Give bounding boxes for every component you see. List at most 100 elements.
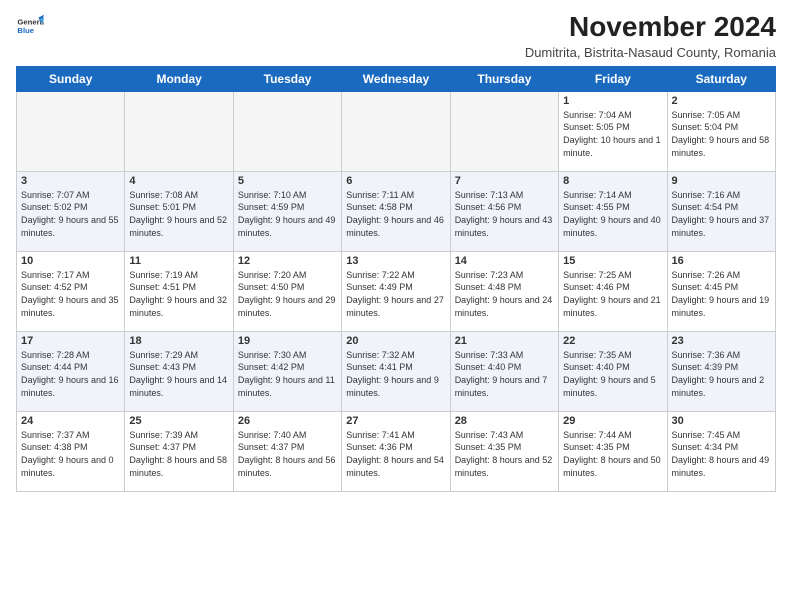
day-number: 11 — [129, 255, 228, 267]
day-info: Sunrise: 7:16 AM Sunset: 4:54 PM Dayligh… — [672, 189, 771, 239]
day-info: Sunrise: 7:29 AM Sunset: 4:43 PM Dayligh… — [129, 349, 228, 399]
table-row: 15 Sunrise: 7:25 AM Sunset: 4:46 PM Dayli… — [559, 251, 667, 331]
day-number: 21 — [455, 335, 554, 347]
day-info: Sunrise: 7:25 AM Sunset: 4:46 PM Dayligh… — [563, 269, 662, 319]
col-sunday: Sunday — [17, 66, 125, 91]
subtitle: Dumitrita, Bistrita-Nasaud County, Roman… — [525, 45, 776, 60]
day-info: Sunrise: 7:28 AM Sunset: 4:44 PM Dayligh… — [21, 349, 120, 399]
col-friday: Friday — [559, 66, 667, 91]
day-number: 28 — [455, 415, 554, 427]
svg-text:Blue: Blue — [17, 26, 34, 35]
day-info: Sunrise: 7:05 AM Sunset: 5:04 PM Dayligh… — [672, 109, 771, 159]
table-row: 2 Sunrise: 7:05 AM Sunset: 5:04 PM Daylig… — [667, 91, 775, 171]
day-info: Sunrise: 7:10 AM Sunset: 4:59 PM Dayligh… — [238, 189, 337, 239]
col-wednesday: Wednesday — [342, 66, 450, 91]
day-info: Sunrise: 7:43 AM Sunset: 4:35 PM Dayligh… — [455, 429, 554, 479]
day-info: Sunrise: 7:20 AM Sunset: 4:50 PM Dayligh… — [238, 269, 337, 319]
table-row: 28 Sunrise: 7:43 AM Sunset: 4:35 PM Dayli… — [450, 411, 558, 491]
day-info: Sunrise: 7:13 AM Sunset: 4:56 PM Dayligh… — [455, 189, 554, 239]
day-number: 6 — [346, 175, 445, 187]
table-row: 10 Sunrise: 7:17 AM Sunset: 4:52 PM Dayli… — [17, 251, 125, 331]
day-info: Sunrise: 7:17 AM Sunset: 4:52 PM Dayligh… — [21, 269, 120, 319]
day-info: Sunrise: 7:19 AM Sunset: 4:51 PM Dayligh… — [129, 269, 228, 319]
page: General Blue November 2024 Dumitrita, Bi… — [0, 0, 792, 612]
day-info: Sunrise: 7:40 AM Sunset: 4:37 PM Dayligh… — [238, 429, 337, 479]
day-number: 29 — [563, 415, 662, 427]
day-number: 22 — [563, 335, 662, 347]
day-number: 2 — [672, 95, 771, 107]
title-block: November 2024 Dumitrita, Bistrita-Nasaud… — [525, 12, 776, 60]
table-row: 27 Sunrise: 7:41 AM Sunset: 4:36 PM Dayli… — [342, 411, 450, 491]
day-info: Sunrise: 7:14 AM Sunset: 4:55 PM Dayligh… — [563, 189, 662, 239]
table-row — [342, 91, 450, 171]
day-info: Sunrise: 7:35 AM Sunset: 4:40 PM Dayligh… — [563, 349, 662, 399]
table-row: 7 Sunrise: 7:13 AM Sunset: 4:56 PM Daylig… — [450, 171, 558, 251]
table-row: 18Sunrise: 7:29 AM Sunset: 4:43 PM Dayli… — [125, 331, 233, 411]
day-number: 14 — [455, 255, 554, 267]
day-info: Sunrise: 7:44 AM Sunset: 4:35 PM Dayligh… — [563, 429, 662, 479]
table-row: 20 Sunrise: 7:32 AM Sunset: 4:41 PM Dayli… — [342, 331, 450, 411]
table-row — [450, 91, 558, 171]
day-number: 9 — [672, 175, 771, 187]
table-row — [17, 91, 125, 171]
day-info: Sunrise: 7:22 AM Sunset: 4:49 PM Dayligh… — [346, 269, 445, 319]
day-number: 5 — [238, 175, 337, 187]
calendar-week-row: 24 Sunrise: 7:37 AM Sunset: 4:38 PM Dayli… — [17, 411, 776, 491]
day-number: 10 — [21, 255, 120, 267]
col-monday: Monday — [125, 66, 233, 91]
calendar-week-row: 3Sunrise: 7:07 AM Sunset: 5:02 PM Daylig… — [17, 171, 776, 251]
day-info: Sunrise: 7:33 AM Sunset: 4:40 PM Dayligh… — [455, 349, 554, 399]
header: General Blue November 2024 Dumitrita, Bi… — [16, 12, 776, 60]
day-number: 23 — [672, 335, 771, 347]
col-saturday: Saturday — [667, 66, 775, 91]
day-info: Sunrise: 7:26 AM Sunset: 4:45 PM Dayligh… — [672, 269, 771, 319]
col-tuesday: Tuesday — [233, 66, 341, 91]
table-row: 3Sunrise: 7:07 AM Sunset: 5:02 PM Daylig… — [17, 171, 125, 251]
day-number: 30 — [672, 415, 771, 427]
table-row: 23Sunrise: 7:36 AM Sunset: 4:39 PM Dayli… — [667, 331, 775, 411]
day-number: 4 — [129, 175, 228, 187]
table-row: 4 Sunrise: 7:08 AM Sunset: 5:01 PM Daylig… — [125, 171, 233, 251]
day-info: Sunrise: 7:41 AM Sunset: 4:36 PM Dayligh… — [346, 429, 445, 479]
day-number: 16 — [672, 255, 771, 267]
day-number: 12 — [238, 255, 337, 267]
day-number: 26 — [238, 415, 337, 427]
day-number: 19 — [238, 335, 337, 347]
day-info: Sunrise: 7:37 AM Sunset: 4:38 PM Dayligh… — [21, 429, 120, 479]
table-row: 8 Sunrise: 7:14 AM Sunset: 4:55 PM Daylig… — [559, 171, 667, 251]
table-row: 11 Sunrise: 7:19 AM Sunset: 4:51 PM Dayli… — [125, 251, 233, 331]
calendar-table: Sunday Monday Tuesday Wednesday Thursday… — [16, 66, 776, 492]
table-row: 12 Sunrise: 7:20 AM Sunset: 4:50 PM Dayli… — [233, 251, 341, 331]
table-row: 19 Sunrise: 7:30 AM Sunset: 4:42 PM Dayli… — [233, 331, 341, 411]
day-number: 13 — [346, 255, 445, 267]
day-number: 20 — [346, 335, 445, 347]
day-info: Sunrise: 7:45 AM Sunset: 4:34 PM Dayligh… — [672, 429, 771, 479]
table-row: 13 Sunrise: 7:22 AM Sunset: 4:49 PM Dayli… — [342, 251, 450, 331]
month-title: November 2024 — [525, 12, 776, 43]
col-thursday: Thursday — [450, 66, 558, 91]
logo-icon: General Blue — [16, 12, 44, 40]
table-row: 1 Sunrise: 7:04 AM Sunset: 5:05 PM Daylig… — [559, 91, 667, 171]
table-row: 30 Sunrise: 7:45 AM Sunset: 4:34 PM Dayli… — [667, 411, 775, 491]
day-info: Sunrise: 7:08 AM Sunset: 5:01 PM Dayligh… — [129, 189, 228, 239]
day-number: 8 — [563, 175, 662, 187]
table-row: 14Sunrise: 7:23 AM Sunset: 4:48 PM Dayli… — [450, 251, 558, 331]
day-number: 7 — [455, 175, 554, 187]
table-row: 25Sunrise: 7:39 AM Sunset: 4:37 PM Dayli… — [125, 411, 233, 491]
day-info: Sunrise: 7:07 AM Sunset: 5:02 PM Dayligh… — [21, 189, 120, 239]
day-info: Sunrise: 7:39 AM Sunset: 4:37 PM Dayligh… — [129, 429, 228, 479]
day-info: Sunrise: 7:04 AM Sunset: 5:05 PM Dayligh… — [563, 109, 662, 159]
day-number: 1 — [563, 95, 662, 107]
day-number: 15 — [563, 255, 662, 267]
table-row — [233, 91, 341, 171]
day-number: 17 — [21, 335, 120, 347]
day-info: Sunrise: 7:30 AM Sunset: 4:42 PM Dayligh… — [238, 349, 337, 399]
day-info: Sunrise: 7:32 AM Sunset: 4:41 PM Dayligh… — [346, 349, 445, 399]
day-number: 27 — [346, 415, 445, 427]
table-row: 24 Sunrise: 7:37 AM Sunset: 4:38 PM Dayli… — [17, 411, 125, 491]
table-row: 26 Sunrise: 7:40 AM Sunset: 4:37 PM Dayli… — [233, 411, 341, 491]
calendar-week-row: 10 Sunrise: 7:17 AM Sunset: 4:52 PM Dayli… — [17, 251, 776, 331]
calendar-week-row: 1 Sunrise: 7:04 AM Sunset: 5:05 PM Daylig… — [17, 91, 776, 171]
table-row: 21 Sunrise: 7:33 AM Sunset: 4:40 PM Dayli… — [450, 331, 558, 411]
day-number: 24 — [21, 415, 120, 427]
